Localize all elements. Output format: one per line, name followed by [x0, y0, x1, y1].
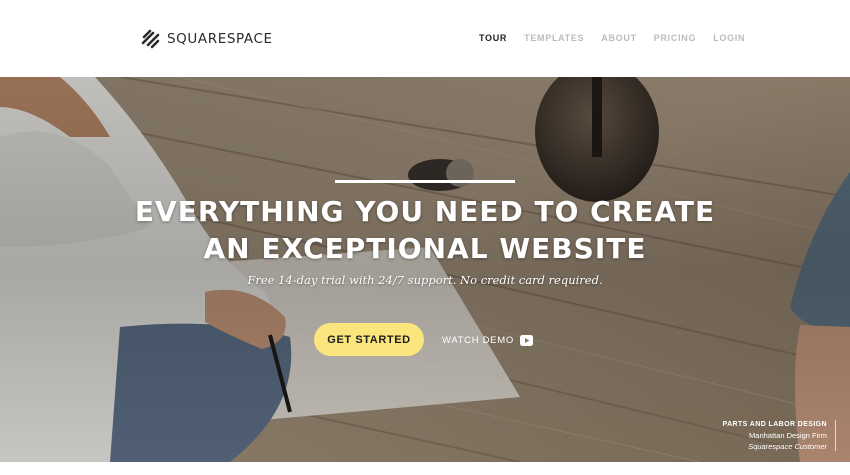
credit-company-role: Manhattan Design Firm	[749, 431, 827, 440]
nav-item-templates[interactable]: TEMPLATES	[524, 33, 584, 43]
nav-item-about[interactable]: ABOUT	[601, 33, 637, 43]
page-bottom-edge	[0, 462, 850, 475]
customer-credit: PARTS AND LABOR DESIGN Manhattan Design …	[723, 419, 827, 452]
brand-logo[interactable]: SQUARESPACE	[140, 28, 273, 50]
nav-item-pricing[interactable]: PRICING	[654, 33, 696, 43]
headline-divider	[335, 180, 515, 183]
credit-customer-type: Squarespace Customer	[748, 442, 827, 451]
site-header: SQUARESPACE TOUR TEMPLATES ABOUT PRICING…	[0, 0, 850, 77]
hero-headline: EVERYTHING YOU NEED TO CREATE AN EXCEPTI…	[0, 193, 850, 267]
credit-divider	[835, 420, 836, 451]
get-started-button[interactable]: GET STARTED	[314, 323, 424, 356]
nav-item-tour[interactable]: TOUR	[479, 33, 507, 43]
watch-demo-label: WATCH DEMO	[442, 334, 514, 346]
hero-background-photo	[0, 77, 850, 462]
hero-headline-line-2: AN EXCEPTIONAL WEBSITE	[203, 232, 647, 265]
hero-section: EVERYTHING YOU NEED TO CREATE AN EXCEPTI…	[0, 77, 850, 462]
watch-demo-link[interactable]: WATCH DEMO	[442, 333, 533, 347]
play-video-icon	[519, 334, 533, 346]
nav-item-login[interactable]: LOGIN	[713, 33, 745, 43]
main-nav: TOUR TEMPLATES ABOUT PRICING LOGIN	[479, 33, 762, 43]
hero-subheadline: Free 14-day trial with 24/7 support. No …	[247, 273, 603, 287]
brand-name: SQUARESPACE	[167, 31, 273, 47]
hero-headline-line-1: EVERYTHING YOU NEED TO CREATE	[134, 195, 716, 228]
squarespace-logo-icon	[141, 29, 160, 49]
credit-company-name: PARTS AND LABOR DESIGN	[722, 421, 827, 428]
